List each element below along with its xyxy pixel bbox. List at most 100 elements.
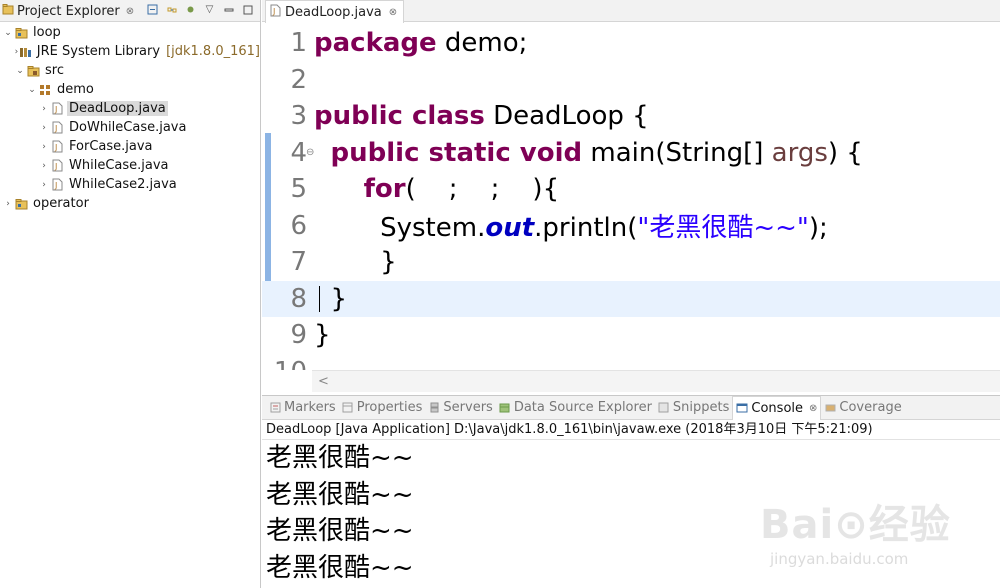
java-file-icon: J <box>50 159 64 173</box>
close-icon[interactable]: ⊗ <box>389 7 397 18</box>
tree-item-loop[interactable]: ⌄ loop <box>0 23 260 42</box>
tree-item-jre-library[interactable]: › JRE System Library [jdk1.8.0_161] <box>0 42 260 61</box>
data-source-icon <box>499 402 511 414</box>
properties-icon <box>342 402 354 414</box>
link-with-editor-icon[interactable] <box>165 3 178 16</box>
horizontal-scrollbar[interactable]: < <box>312 370 1000 392</box>
chevron-right-icon[interactable]: › <box>38 142 50 152</box>
tab-coverage[interactable]: Coverage <box>821 396 904 420</box>
project-explorer-view: Project Explorer ⊗ ▽ ⌄ loop › JRE System… <box>0 0 261 588</box>
chevron-down-icon[interactable]: ⌄ <box>2 28 14 38</box>
svg-text:J: J <box>272 7 275 16</box>
console-output[interactable]: 老黑很酷~~ 老黑很酷~~ 老黑很酷~~ 老黑很酷~~ <box>262 440 1000 586</box>
code-line-current[interactable]: 8 } <box>262 280 1000 317</box>
tab-data-source-explorer[interactable]: Data Source Explorer <box>496 396 655 420</box>
tree-item-label: operator <box>33 196 89 211</box>
line-number: 7 <box>290 247 307 278</box>
scroll-left-icon[interactable]: < <box>318 374 329 389</box>
console-launch-description: DeadLoop [Java Application] D:\Java\jdk1… <box>262 420 1000 440</box>
editor-tab-deadloop[interactable]: J DeadLoop.java ⊗ <box>265 0 405 23</box>
chevron-right-icon[interactable]: › <box>2 199 14 209</box>
tab-label: Console <box>751 400 804 416</box>
project-icon <box>14 26 28 40</box>
code-text: public class DeadLoop { <box>314 101 649 131</box>
console-output-line: 老黑很酷~~ <box>266 479 414 510</box>
code-line[interactable]: 7 } <box>262 244 1000 281</box>
tree-item-label: src <box>45 63 64 78</box>
java-file-icon: J <box>270 4 281 21</box>
close-icon[interactable]: ⊗ <box>126 6 134 17</box>
java-file-icon: J <box>50 121 64 135</box>
code-line[interactable]: 2 <box>262 62 1000 99</box>
tab-snippets[interactable]: Snippets <box>655 396 732 420</box>
java-editor: J DeadLoop.java ⊗ 1 package demo; 2 3 pu… <box>262 0 1000 393</box>
chevron-right-icon[interactable]: › <box>38 123 50 133</box>
code-line[interactable]: 5 for( ; ; ){ <box>262 171 1000 208</box>
project-tree: ⌄ loop › JRE System Library [jdk1.8.0_16… <box>0 22 260 213</box>
bottom-panel: Markers Properties Servers Data Source E… <box>262 395 1000 588</box>
console-output-line: 老黑很酷~~ <box>266 552 414 583</box>
maximize-icon[interactable] <box>241 3 254 16</box>
project-explorer-tabbar: Project Explorer ⊗ ▽ <box>0 0 260 22</box>
editor-tabbar: J DeadLoop.java ⊗ <box>262 0 1000 23</box>
chevron-right-icon[interactable]: › <box>38 161 50 171</box>
tree-item-operator[interactable]: › operator <box>0 194 260 213</box>
svg-text:J: J <box>54 143 57 152</box>
chevron-right-icon[interactable]: › <box>38 104 50 114</box>
tree-item-whilecase2-java[interactable]: › J WhileCase2.java <box>0 175 260 194</box>
line-number: 5 <box>290 174 307 205</box>
tree-item-label: WhileCase.java <box>69 158 169 173</box>
minimize-icon[interactable] <box>222 3 235 16</box>
tree-item-label: demo <box>57 82 94 97</box>
folder-tree-icon <box>2 3 14 19</box>
markers-icon <box>269 402 281 414</box>
code-token: .println( <box>534 213 638 244</box>
code-token: main(String[] <box>582 137 772 168</box>
chevron-down-icon[interactable]: ⌄ <box>26 85 38 95</box>
chevron-down-icon[interactable]: ⌄ <box>14 66 26 76</box>
chevron-right-icon[interactable]: › <box>38 180 50 190</box>
tree-item-demo[interactable]: ⌄ demo <box>0 80 260 99</box>
code-line[interactable]: 10 <box>262 354 1000 370</box>
project-explorer-tab[interactable]: Project Explorer ⊗ <box>0 0 138 22</box>
code-line[interactable]: 1 package demo; <box>262 25 1000 62</box>
java-file-icon: J <box>50 102 64 116</box>
line-number: 10 <box>267 357 307 370</box>
svg-text:J: J <box>54 181 57 190</box>
code-text: } <box>314 247 397 278</box>
code-token: demo; <box>436 28 528 59</box>
code-text: } <box>314 283 348 314</box>
console-icon <box>736 402 748 414</box>
code-line[interactable]: 4 ⊖ public static void main(String[] arg… <box>262 135 1000 172</box>
code-line[interactable]: 6 System.out.println("老黑很酷~~"); <box>262 208 1000 245</box>
library-version-label: [jdk1.8.0_161] <box>166 44 260 59</box>
tree-item-dowhilecase-java[interactable]: › J DoWhileCase.java <box>0 118 260 137</box>
tree-item-whilecase-java[interactable]: › J WhileCase.java <box>0 156 260 175</box>
tree-item-deadloop-java[interactable]: › J DeadLoop.java <box>0 99 260 118</box>
close-icon[interactable]: ⊗ <box>809 403 817 414</box>
focus-icon[interactable] <box>184 3 197 16</box>
tree-item-forcase-java[interactable]: › J ForCase.java <box>0 137 260 156</box>
tab-label: Snippets <box>672 400 730 415</box>
tab-label: Servers <box>443 400 493 415</box>
collapse-all-icon[interactable] <box>146 3 159 16</box>
java-file-icon: J <box>50 178 64 192</box>
editor-tab-title: DeadLoop.java <box>285 4 382 20</box>
tab-servers[interactable]: Servers <box>425 396 495 420</box>
string-literal-token: "老黑很酷~~" <box>637 213 809 244</box>
code-area[interactable]: 1 package demo; 2 3 public class DeadLoo… <box>262 23 1000 370</box>
code-token: ); <box>808 213 828 244</box>
line-number: 1 <box>290 28 307 59</box>
code-line[interactable]: 9 } <box>262 317 1000 354</box>
code-line[interactable]: 3 public class DeadLoop { <box>262 98 1000 135</box>
code-text: for( ; ; ){ <box>314 174 560 204</box>
tab-console[interactable]: Console ⊗ <box>732 395 822 420</box>
view-menu-icon[interactable]: ▽ <box>203 3 216 16</box>
tab-label: Data Source Explorer <box>513 400 652 415</box>
tree-item-src[interactable]: ⌄ src <box>0 61 260 80</box>
project-explorer-title: Project Explorer <box>17 3 120 19</box>
code-text: } <box>314 320 331 351</box>
keyword-token: public class <box>314 101 485 132</box>
tab-properties[interactable]: Properties <box>339 396 426 420</box>
tab-markers[interactable]: Markers <box>266 396 339 420</box>
